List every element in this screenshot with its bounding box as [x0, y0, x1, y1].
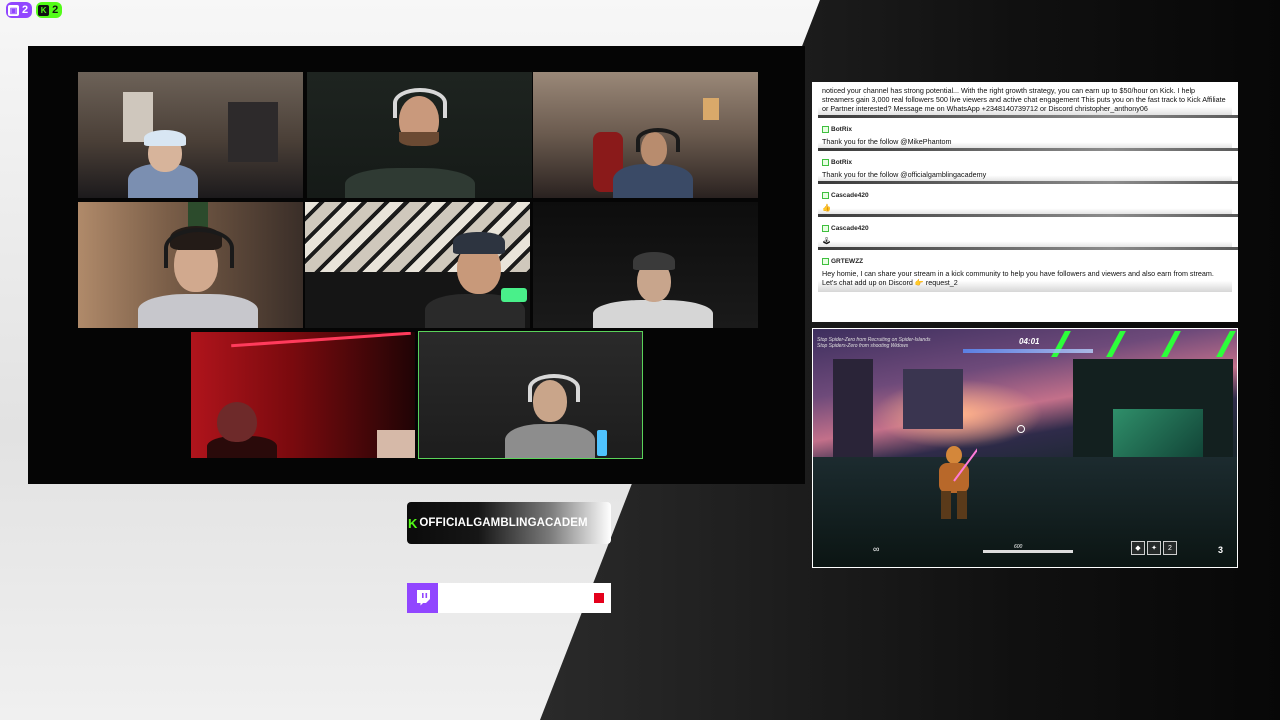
- twitch-channel-plate: [407, 583, 611, 613]
- webcam-tile-1: [78, 72, 303, 198]
- twitch-icon: ▣: [8, 4, 19, 16]
- match-timer: 04:01: [1019, 337, 1040, 346]
- ability-icon: ✦: [1147, 541, 1161, 555]
- crosshair-icon: [1017, 425, 1025, 433]
- chat-message-text: 👍: [822, 203, 831, 212]
- webcam-tile-7: [191, 332, 415, 458]
- twitch-viewer-count: 2: [22, 4, 29, 16]
- chat-message: BotRix Thank you for the follow @MikePha…: [818, 122, 1238, 151]
- chat-username: Cascade420: [822, 224, 1226, 233]
- webcam-tile-2: [307, 72, 532, 198]
- game-character: [939, 446, 977, 519]
- kick-icon: K: [38, 4, 50, 16]
- chat-message-text: Thank you for the follow @officialgambli…: [822, 170, 987, 179]
- webcam-tile-6: [533, 202, 758, 328]
- chat-message: Cascade420 🕹: [818, 221, 1238, 250]
- ultimate-counter: 3: [1217, 545, 1223, 555]
- chat-message: GRTEWZZ Hey homie, I can share your stre…: [818, 254, 1232, 292]
- user-badge-icon: [822, 159, 829, 166]
- user-badge-icon: [822, 192, 829, 199]
- webcam-tile-5: [305, 202, 530, 328]
- kick-channel-plate: K OFFICIALGAMBLINGACADEM: [407, 502, 611, 544]
- ability-charges: 2: [1163, 541, 1177, 555]
- chat-username: GRTEWZZ: [822, 257, 1226, 266]
- user-badge-icon: [822, 126, 829, 133]
- chat-message: noticed your channel has strong potentia…: [818, 82, 1238, 118]
- chat-message-text: noticed your channel has strong potentia…: [822, 86, 1226, 113]
- chat-username: BotRix: [822, 158, 1226, 167]
- chat-message-list: noticed your channel has strong potentia…: [818, 82, 1238, 322]
- webcam-tile-8: [418, 331, 643, 459]
- live-indicator-icon: [594, 593, 604, 603]
- chat-overlay: noticed your channel has strong potentia…: [812, 82, 1238, 322]
- webcam-tile-4: [78, 202, 303, 328]
- twitch-viewer-badge: ▣ 2: [6, 2, 33, 18]
- ammo-counter: ∞: [873, 544, 880, 554]
- kick-viewer-count: 2: [52, 4, 59, 16]
- user-badge-icon: [822, 225, 829, 232]
- kick-icon: K: [408, 515, 417, 531]
- chat-username: BotRix: [822, 125, 1226, 134]
- webcam-grid: [28, 46, 805, 484]
- kick-channel-name: OFFICIALGAMBLINGACADEM: [419, 517, 588, 529]
- objective-text: Stop Spider-Zero from Recruiting on Spid…: [817, 337, 931, 349]
- gameplay-capture: Stop Spider-Zero from Recruiting on Spid…: [812, 328, 1238, 568]
- chat-message-text: Hey homie, I can share your stream in a …: [822, 269, 1214, 287]
- chat-username: Cascade420: [822, 191, 1226, 200]
- chat-message-text: Thank you for the follow @MikePhantom: [822, 137, 952, 146]
- ability-icon: ◆: [1131, 541, 1145, 555]
- user-badge-icon: [822, 258, 829, 265]
- health-bar: [983, 550, 1073, 553]
- webcam-tile-3: [533, 72, 758, 198]
- platform-badges: ▣ 2 K 2: [6, 2, 63, 18]
- chat-message: BotRix Thank you for the follow @officia…: [818, 155, 1238, 184]
- chat-message-text: 🕹: [822, 236, 832, 245]
- kick-viewer-badge: K 2: [36, 2, 63, 18]
- twitch-icon: [407, 583, 438, 613]
- chat-message: Cascade420 👍: [818, 188, 1238, 217]
